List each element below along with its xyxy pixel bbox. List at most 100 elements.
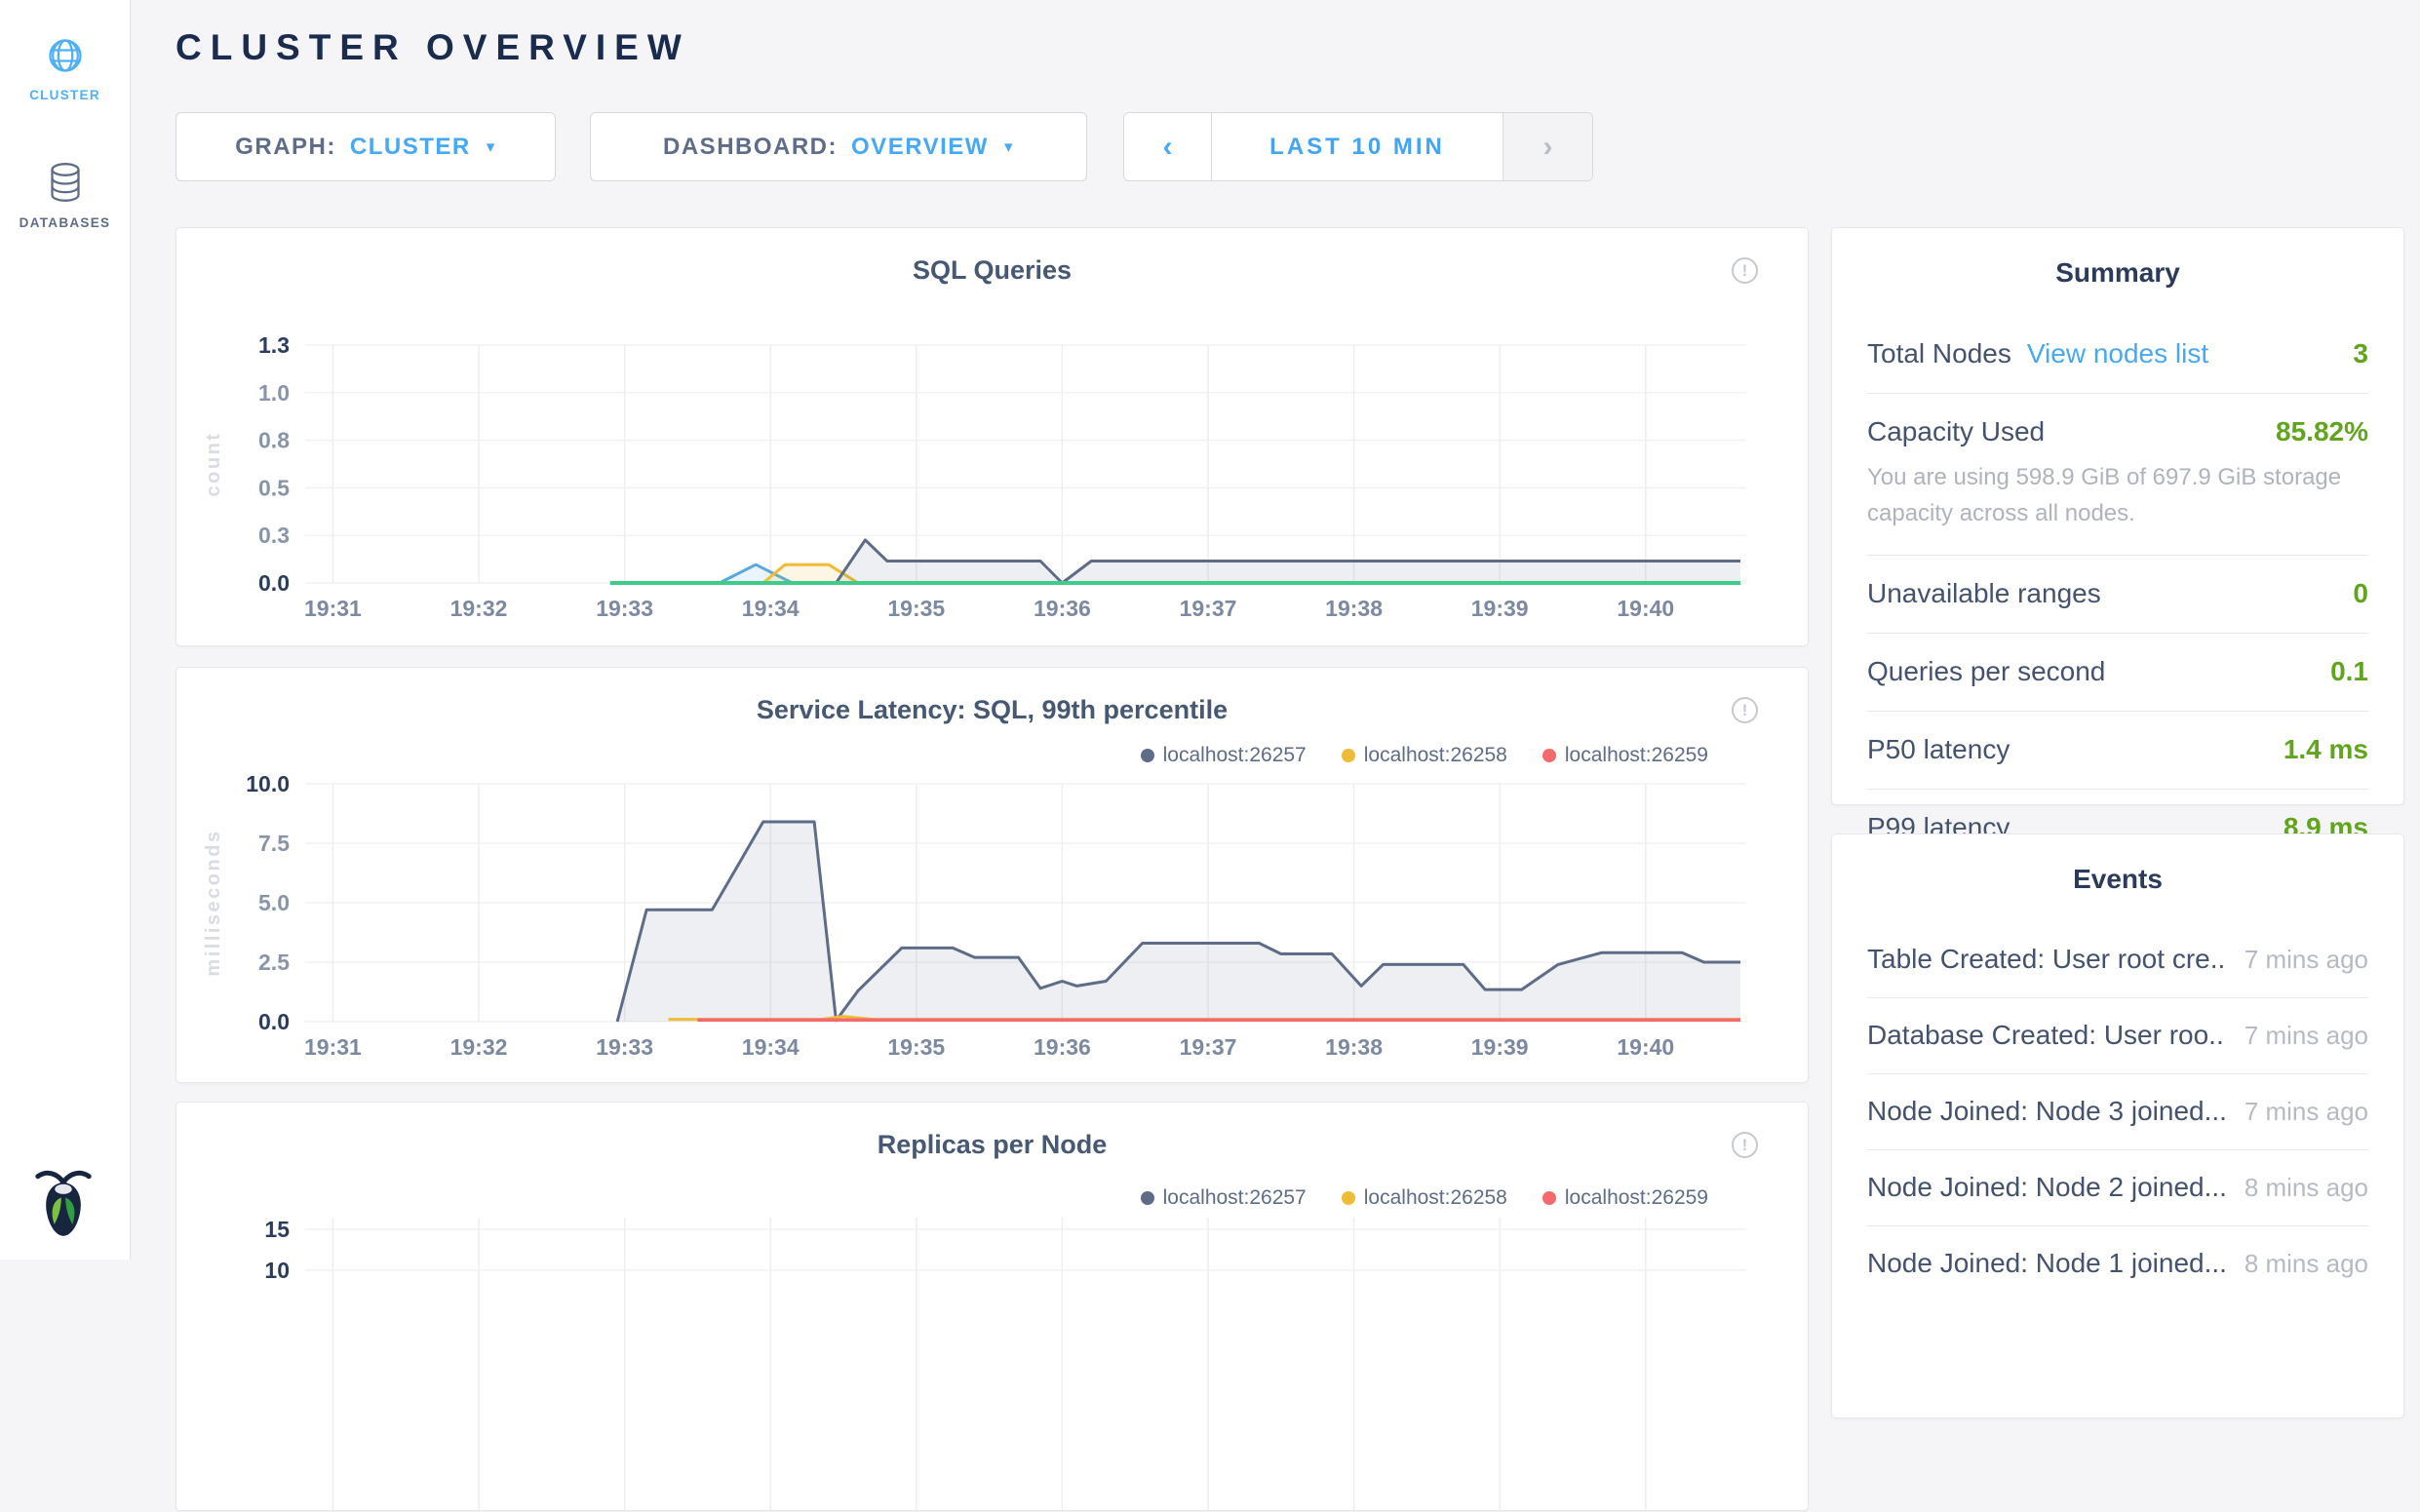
summary-row-value: 0 <box>2353 578 2368 609</box>
summary-row-label: Unavailable ranges <box>1867 578 2101 609</box>
event-row: Node Joined: Node 1 joined...8 mins ago <box>1867 1226 2368 1301</box>
y-tick-label: 2.5 <box>258 950 290 975</box>
y-tick-label: 10 <box>264 1258 290 1283</box>
x-tick-label: 19:39 <box>1471 1034 1529 1060</box>
view-nodes-list-link[interactable]: View nodes list <box>2027 338 2208 369</box>
y-axis-unit-label: count <box>203 432 224 497</box>
event-row: Node Joined: Node 2 joined...8 mins ago <box>1867 1150 2368 1226</box>
event-time: 8 mins ago <box>2225 1173 2368 1203</box>
sidebar-item-label: CLUSTER <box>0 88 130 102</box>
summary-row: Unavailable ranges 0 <box>1867 556 2368 634</box>
time-range-selector: ‹ LAST 10 MIN › <box>1123 112 1593 181</box>
y-tick-label: 0.3 <box>258 523 290 548</box>
time-range-value-button[interactable]: LAST 10 MIN <box>1211 113 1503 180</box>
y-tick-label: 1.3 <box>258 332 290 358</box>
summary-row-label: Total Nodes <box>1867 338 2011 369</box>
x-tick-label: 19:40 <box>1617 596 1674 621</box>
replicas-per-node-chart-card: Replicas per Node ! localhost:26257local… <box>176 1102 1809 1511</box>
summary-row-label: Queries per second <box>1867 656 2105 687</box>
service-latency-chart[interactable]: 19:31 19:32 19:33 19:34 19:35 19:36 19:37 19:38… <box>176 668 1810 1084</box>
y-tick-label: 0.8 <box>258 428 290 453</box>
page-title: CLUSTER OVERVIEW <box>176 27 690 68</box>
service-latency-chart-card: Service Latency: SQL, 99th percentile ! … <box>176 667 1809 1083</box>
sql-queries-chart-card: SQL Queries ! 19:3119:3219:3319:3419:351… <box>176 227 1809 646</box>
time-range-prev-button[interactable]: ‹ <box>1124 113 1211 180</box>
summary-row-label: P50 latency <box>1867 734 2010 765</box>
event-time: 8 mins ago <box>2225 1249 2368 1279</box>
x-tick-label: 19:35 <box>887 1034 945 1060</box>
event-row: Node Joined: Node 3 joined...7 mins ago <box>1867 1074 2368 1150</box>
x-tick-label: 19:38 <box>1325 596 1383 621</box>
event-label: Node Joined: Node 2 joined... <box>1867 1172 2225 1203</box>
y-tick-label: 10.0 <box>246 771 290 796</box>
y-tick-label: 5.0 <box>258 890 290 915</box>
event-row: Database Created: User roo...7 mins ago <box>1867 998 2368 1074</box>
y-tick-label: 15 <box>264 1217 290 1242</box>
events-title: Events <box>1832 834 2403 895</box>
dashboard-dropdown-label: DASHBOARD: <box>663 134 838 161</box>
summary-title: Summary <box>1832 228 2403 289</box>
event-label: Node Joined: Node 1 joined... <box>1867 1248 2225 1279</box>
summary-row-value: 0.1 <box>2330 656 2368 687</box>
x-tick-label: 19:34 <box>742 1034 800 1060</box>
summary-row: Total Nodes View nodes list 3 <box>1867 316 2368 394</box>
x-tick-label: 19:34 <box>742 596 800 621</box>
summary-row-value: 3 <box>2353 338 2368 369</box>
x-tick-label: 19:39 <box>1471 596 1529 621</box>
cockroach-bug-logo-icon <box>31 1168 96 1238</box>
graph-dropdown-value: CLUSTER <box>350 134 471 161</box>
y-tick-label: 0.5 <box>258 475 290 500</box>
x-tick-label: 19:31 <box>304 596 362 621</box>
x-tick-label: 19:33 <box>596 1034 653 1060</box>
database-icon <box>45 161 86 206</box>
summary-row: P50 latency1.4 ms <box>1867 712 2368 790</box>
x-tick-label: 19:36 <box>1034 1034 1091 1060</box>
sql-queries-chart[interactable]: 19:31 19:32 19:33 19:34 19:35 19:36 19:37 19:38… <box>176 228 1810 647</box>
dashboard-dropdown-value: OVERVIEW <box>851 134 989 161</box>
toolbar: GRAPH: CLUSTER ▾ DASHBOARD: OVERVIEW ▾ ‹… <box>176 112 1593 181</box>
caret-down-icon: ▾ <box>1004 137 1014 157</box>
summary-panel: Summary Total Nodes View nodes list 3 Capac… <box>1831 227 2404 805</box>
graph-dropdown[interactable]: GRAPH: CLUSTER ▾ <box>176 112 556 181</box>
x-tick-label: 19:32 <box>450 1034 508 1060</box>
event-time: 7 mins ago <box>2225 1097 2368 1127</box>
event-label: Table Created: User root cre... <box>1867 944 2225 975</box>
x-tick-label: 19:40 <box>1617 1034 1674 1060</box>
event-row: Table Created: User root cre...7 mins ag… <box>1867 922 2368 998</box>
x-tick-label: 19:31 <box>304 1034 362 1060</box>
sidebar: CLUSTER DATABASES <box>0 0 131 1260</box>
x-tick-label: 19:38 <box>1325 1034 1383 1060</box>
event-label: Node Joined: Node 3 joined... <box>1867 1096 2225 1127</box>
y-tick-label: 1.0 <box>258 380 290 406</box>
y-tick-label: 0.0 <box>258 1009 290 1034</box>
x-tick-label: 19:37 <box>1180 596 1237 621</box>
event-time: 7 mins ago <box>2225 945 2368 975</box>
summary-rows: Total Nodes View nodes list 3 Capacity Used… <box>1832 316 2403 867</box>
cluster-overview-page: { "header": { "title": "CLUSTER OVERVIEW… <box>0 0 2420 1260</box>
sidebar-item-label: DATABASES <box>0 215 130 230</box>
summary-row-value: 85.82% <box>2276 416 2368 447</box>
graph-dropdown-label: GRAPH: <box>235 134 336 161</box>
event-label: Database Created: User roo... <box>1867 1020 2225 1051</box>
summary-row: Queries per second 0.1 <box>1867 634 2368 712</box>
x-tick-label: 19:32 <box>450 596 508 621</box>
x-tick-label: 19:36 <box>1034 596 1091 621</box>
summary-row: Capacity Used85.82%You are using 598.9 G… <box>1867 394 2368 556</box>
y-tick-label: 0.0 <box>258 570 290 596</box>
replicas-per-node-chart[interactable]: 1510 <box>176 1103 1810 1512</box>
y-axis-unit-label: milliseconds <box>203 829 224 976</box>
chevron-left-icon: ‹ <box>1163 131 1173 164</box>
caret-down-icon: ▾ <box>487 137 496 157</box>
x-tick-label: 19:33 <box>596 596 653 621</box>
dashboard-dropdown[interactable]: DASHBOARD: OVERVIEW ▾ <box>590 112 1087 181</box>
x-tick-label: 19:37 <box>1180 1034 1237 1060</box>
sidebar-item-cluster[interactable]: CLUSTER <box>0 0 130 102</box>
event-time: 7 mins ago <box>2225 1021 2368 1051</box>
time-range-next-button[interactable]: › <box>1503 113 1592 180</box>
sidebar-item-databases[interactable]: DATABASES <box>0 102 130 230</box>
globe-icon <box>43 33 88 78</box>
summary-row-subtext: You are using 598.9 GiB of 697.9 GiB sto… <box>1867 459 2368 531</box>
y-tick-label: 7.5 <box>258 831 290 856</box>
series-area <box>617 822 1740 1022</box>
x-tick-label: 19:35 <box>887 596 945 621</box>
